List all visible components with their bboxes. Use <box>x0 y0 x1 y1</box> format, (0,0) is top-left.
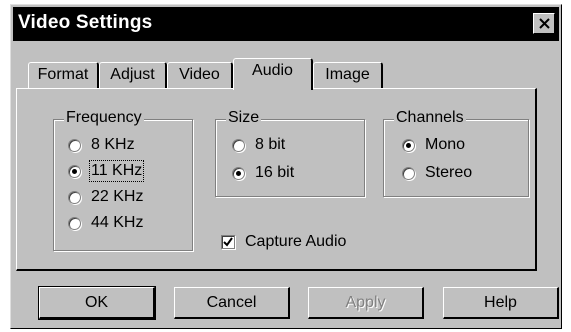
capture-audio-checkbox[interactable]: Capture Audio <box>221 233 346 251</box>
radio-label: 8 bit <box>255 136 286 153</box>
radio-button[interactable] <box>232 166 245 180</box>
title-bar[interactable]: Video Settings <box>13 7 559 41</box>
window-title: Video Settings <box>18 12 153 33</box>
checkbox[interactable] <box>221 235 235 249</box>
radio-button[interactable] <box>68 138 81 152</box>
apply-button[interactable]: Apply <box>308 287 424 319</box>
close-icon <box>539 18 550 29</box>
audio-tab-panel: Frequency 8 KHz 11 KHz 22 KHz 44 KHz Siz… <box>16 88 537 271</box>
checkmark-icon <box>223 237 233 247</box>
radio-8bit[interactable]: 8 bit <box>232 136 285 154</box>
ok-label: OK <box>84 294 109 311</box>
tab-label: Video <box>179 66 220 83</box>
tab-label: Adjust <box>110 66 155 83</box>
radio-button[interactable] <box>232 138 245 152</box>
tab-label: Audio <box>252 62 293 79</box>
radio-label: 16 bit <box>255 164 295 181</box>
radio-44khz[interactable]: 44 KHz <box>68 214 143 232</box>
radio-11khz[interactable]: 11 KHz <box>68 160 145 182</box>
radio-label: 22 KHz <box>91 188 144 205</box>
radio-label: 8 KHz <box>91 136 135 153</box>
help-button[interactable]: Help <box>443 287 559 319</box>
radio-label: Stereo <box>425 164 473 181</box>
radio-button[interactable] <box>402 138 415 152</box>
radio-stereo[interactable]: Stereo <box>402 164 472 182</box>
tab-format[interactable]: Format <box>28 62 99 88</box>
radio-mono[interactable]: Mono <box>402 136 465 154</box>
checkbox-label: Capture Audio <box>245 233 347 250</box>
channels-group: Channels Mono Stereo <box>383 109 529 197</box>
tab-adjust[interactable]: Adjust <box>99 62 167 88</box>
radio-16bit[interactable]: 16 bit <box>232 164 294 182</box>
radio-button[interactable] <box>68 164 81 178</box>
cancel-button[interactable]: Cancel <box>174 287 290 319</box>
radio-button[interactable] <box>402 166 415 180</box>
radio-button[interactable] <box>68 190 81 204</box>
tab-audio[interactable]: Audio <box>233 58 313 90</box>
close-button[interactable] <box>533 13 555 34</box>
radio-label: Mono <box>425 136 466 153</box>
ok-button[interactable]: OK <box>38 286 156 320</box>
tab-label: Image <box>325 66 370 83</box>
size-legend: Size <box>226 109 262 127</box>
frequency-legend: Frequency <box>64 109 144 127</box>
help-label: Help <box>484 294 517 311</box>
apply-label: Apply <box>345 294 386 311</box>
size-group: Size 8 bit 16 bit <box>215 109 365 197</box>
radio-label: 44 KHz <box>91 214 144 231</box>
radio-label: 11 KHz <box>88 160 145 182</box>
tab-label: Format <box>37 66 89 83</box>
radio-22khz[interactable]: 22 KHz <box>68 188 143 206</box>
tab-image[interactable]: Image <box>313 62 383 88</box>
channels-legend: Channels <box>394 109 466 127</box>
cancel-label: Cancel <box>206 294 257 311</box>
tab-video[interactable]: Video <box>167 62 233 88</box>
radio-8khz[interactable]: 8 KHz <box>68 136 135 154</box>
frequency-group: Frequency 8 KHz 11 KHz 22 KHz 44 KHz <box>53 109 193 251</box>
radio-button[interactable] <box>68 216 81 230</box>
